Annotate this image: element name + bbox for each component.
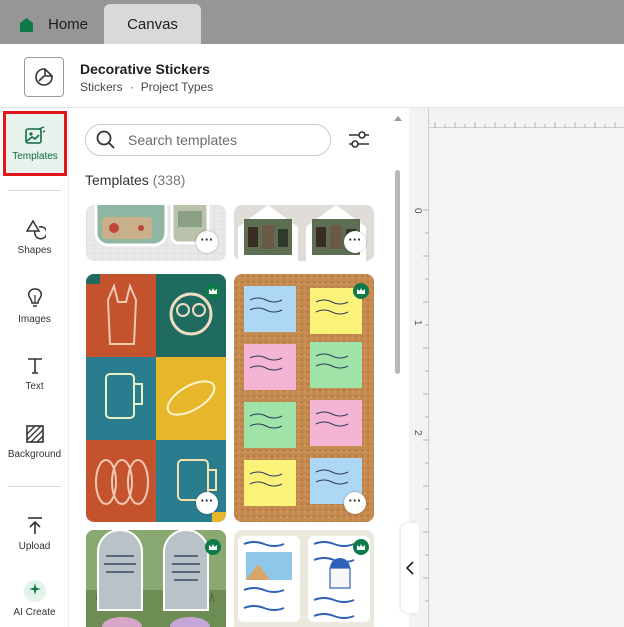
tab-bar: Home Canvas (0, 0, 624, 44)
template-thumbnail-family-home[interactable]: ··· (234, 205, 374, 261)
more-options-button[interactable]: ··· (196, 492, 218, 514)
rail-item-text[interactable]: Text (0, 356, 69, 392)
breadcrumb-project-types[interactable]: Project Types (141, 80, 213, 94)
text-icon (27, 358, 42, 374)
more-options-button[interactable]: ··· (344, 492, 366, 514)
rail-item-background[interactable]: Background (0, 424, 69, 460)
templates-heading: Templates (338) (85, 172, 185, 188)
template-thumbnail-food-doodles[interactable]: ··· (86, 274, 226, 522)
templates-heading-label: Templates (85, 172, 149, 188)
rail-item-templates[interactable]: Templates (3, 111, 67, 176)
scroll-up-arrow-icon[interactable] (393, 114, 403, 122)
premium-badge (353, 539, 369, 555)
rail-item-label: Images (18, 314, 51, 325)
premium-badge (353, 283, 369, 299)
breadcrumb: Stickers · Project Types (80, 80, 213, 94)
house-icon (20, 17, 33, 32)
background-icon (25, 425, 44, 443)
lightbulb-icon (27, 288, 42, 307)
crown-icon (357, 544, 365, 550)
rail-item-label: Shapes (17, 245, 52, 256)
premium-badge (205, 283, 221, 299)
filter-icon[interactable] (347, 129, 371, 151)
rail-divider (8, 190, 61, 191)
template-thumbnail-tombstones[interactable] (86, 530, 226, 627)
breadcrumb-separator: · (129, 80, 134, 94)
rail-item-label: Upload (18, 541, 51, 552)
tab-canvas[interactable]: Canvas (104, 4, 201, 44)
crown-icon (357, 288, 365, 294)
rail-item-images[interactable]: Images (0, 287, 69, 325)
ai-badge (23, 580, 46, 602)
search-box[interactable] (85, 124, 331, 156)
rail-item-label: Templates (12, 150, 58, 162)
template-thumbnail-sticky-notes[interactable]: ··· (234, 274, 374, 522)
project-header: Decorative Stickers Stickers · Project Typ… (0, 44, 624, 108)
more-options-button[interactable]: ··· (196, 231, 218, 253)
rail-item-upload[interactable]: Upload (0, 516, 69, 552)
template-thumbnail-retro-gaming[interactable]: ··· (86, 205, 226, 261)
rail-item-label: Background (7, 449, 62, 460)
more-options-button[interactable]: ··· (344, 231, 366, 253)
templates-panel: Templates (338) ··· (69, 108, 409, 627)
templates-icon (25, 125, 46, 144)
thumbnail-image (86, 274, 226, 522)
search-icon (96, 130, 115, 149)
rail-item-shapes[interactable]: Shapes (0, 218, 69, 256)
premium-badge (205, 539, 221, 555)
upload-icon (27, 517, 42, 534)
tab-home[interactable]: Home (18, 4, 88, 44)
ruler-mark-1: 1 (412, 320, 423, 326)
breadcrumb-stickers[interactable]: Stickers (80, 80, 123, 94)
left-rail: Templates Shapes Images Text Background (0, 108, 69, 627)
ruler-mark-0: 0 (412, 208, 423, 214)
sparkle-icon (28, 582, 41, 595)
ruler-mark-2: 2 (412, 430, 423, 436)
templates-count: (338) (152, 172, 186, 188)
chevron-left-icon (406, 561, 414, 575)
collapse-panel-button[interactable] (401, 523, 419, 613)
thumbnail-image (234, 274, 374, 522)
horizontal-ruler (409, 108, 624, 128)
rail-item-label: Text (25, 381, 44, 392)
design-canvas[interactable]: 0 1 2 (409, 108, 624, 627)
tab-home-label: Home (48, 15, 89, 33)
project-title: Decorative Stickers (80, 61, 210, 77)
ruler-ticks (434, 122, 616, 128)
rail-item-label: AI Create (13, 607, 56, 618)
crown-icon (209, 544, 217, 550)
rail-item-ai-create[interactable]: AI Create (0, 580, 69, 618)
project-type-button[interactable] (24, 57, 64, 97)
tab-canvas-label: Canvas (127, 15, 178, 33)
panel-scrollbar-thumb[interactable] (395, 170, 400, 374)
rail-divider (8, 486, 61, 487)
shapes-icon (25, 219, 46, 240)
search-input[interactable] (128, 132, 318, 148)
crown-icon (209, 288, 217, 294)
template-thumbnail-santorini[interactable] (234, 530, 374, 627)
sticker-icon (35, 68, 53, 86)
